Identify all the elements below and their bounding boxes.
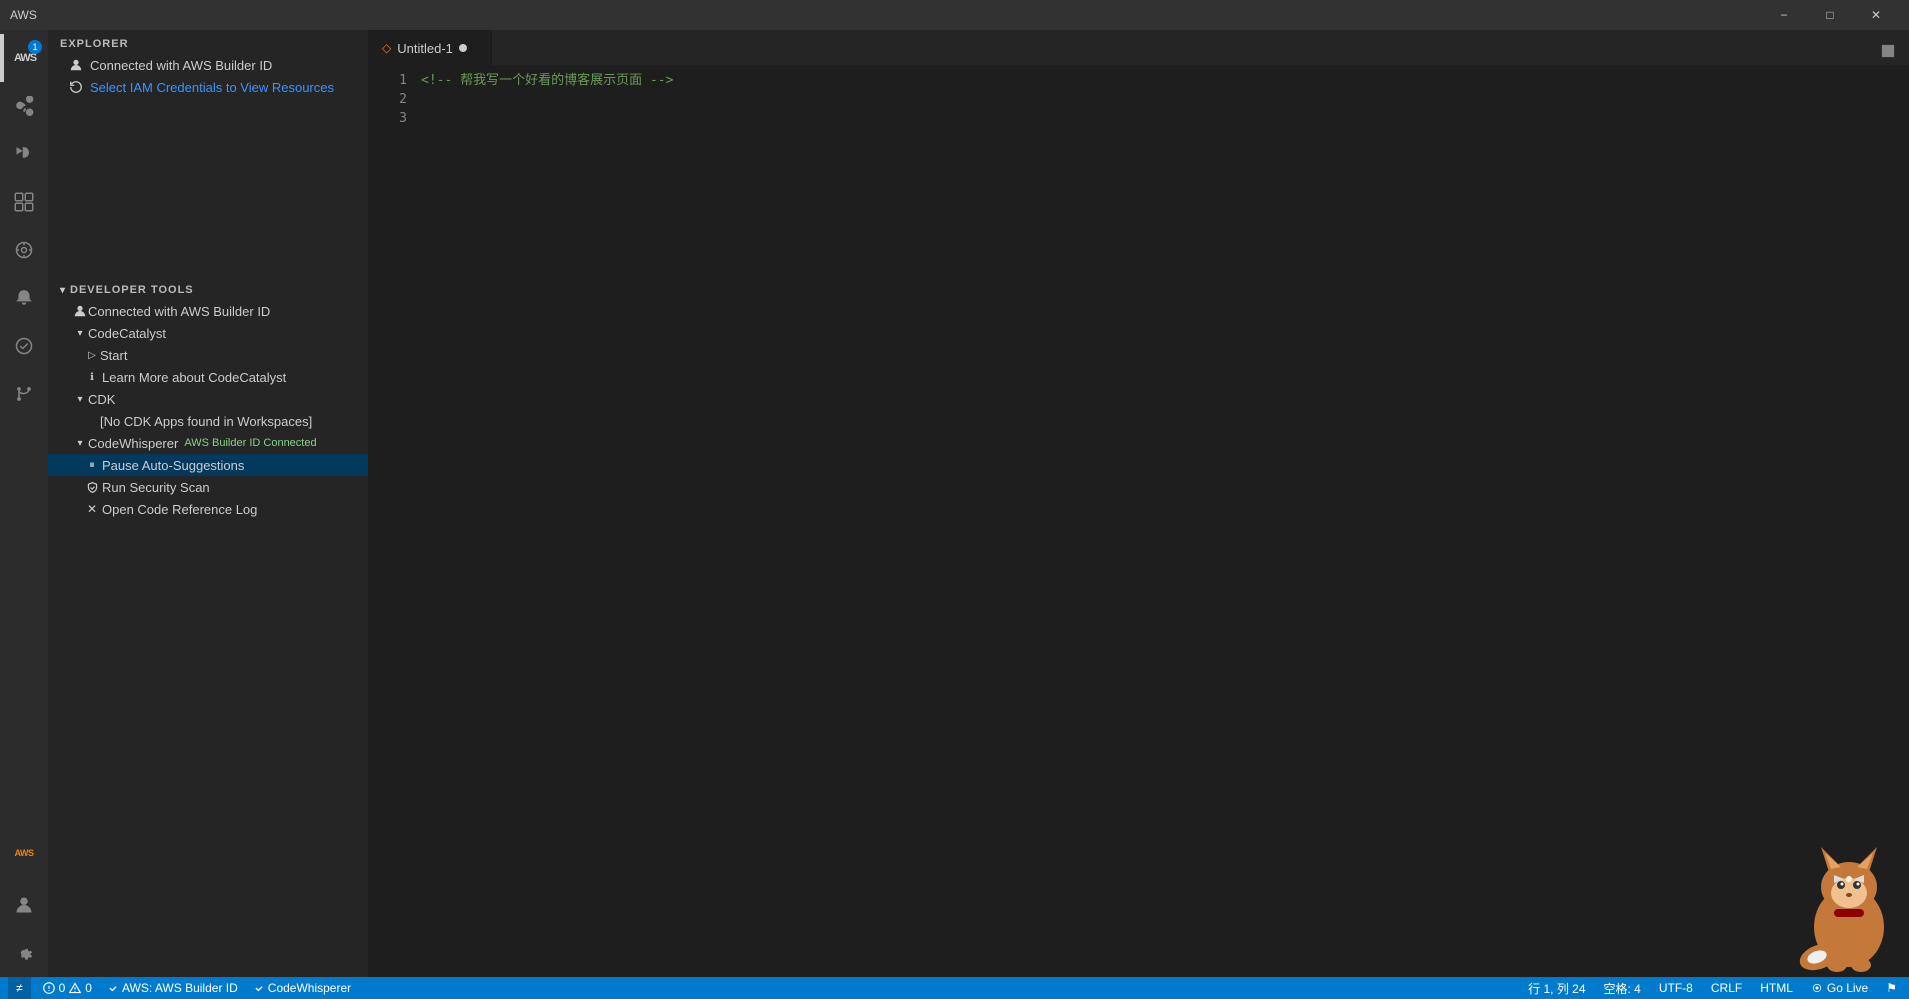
line-number-3: 3 [372,109,407,128]
language-status[interactable]: HTML [1756,977,1797,999]
explorer-header: EXPLORER [48,30,368,54]
aws-builder-id-status[interactable]: AWS: AWS Builder ID [104,977,242,999]
editor-area: ◇ Untitled-1 1 2 3 <!-- 帮我写一个好看的博客展示页面 -… [372,30,1909,977]
codeguru-icon[interactable] [0,322,48,370]
encoding-status[interactable]: UTF-8 [1655,977,1697,999]
status-left: ≠ 0 0 AWS: AWS Builder ID CodeWhisperer [8,977,355,999]
shield-scan-icon [84,481,100,494]
error-count: 0 [59,981,66,995]
live-share-text: Go Live [1827,981,1868,995]
editor-layout-controls [1875,40,1909,65]
maximize-button[interactable]: □ [1807,0,1853,30]
unsaved-dot [459,44,467,52]
aws-logo-bottom-icon[interactable]: AWS [0,829,48,877]
sync-icon [68,79,84,95]
tab-bar: ◇ Untitled-1 [372,30,1909,65]
line-col-text: 行 1, 列 24 [1528,980,1585,997]
dev-tools-connected[interactable]: Connected with AWS Builder ID [48,300,368,322]
line-numbers: 1 2 3 [372,65,417,977]
live-share-status[interactable]: Go Live [1807,977,1872,999]
pause-auto-suggestions[interactable]: ⏸ Pause Auto-Suggestions [48,454,368,476]
cdk-item[interactable]: ▾ CDK [48,388,368,410]
info-icon: ℹ [84,372,100,383]
line-col-status[interactable]: 行 1, 列 24 [1524,977,1589,999]
warning-icon [69,982,81,994]
encoding-text: UTF-8 [1659,981,1693,995]
cdk-arrow: ▾ [72,394,88,405]
connected-aws-builder[interactable]: Connected with AWS Builder ID [48,54,368,76]
line-number-1: 1 [372,71,407,90]
codecatalyst-item[interactable]: ▾ CodeCatalyst [48,322,368,344]
feedback-status[interactable]: ⚑ [1882,977,1901,999]
check-icon [108,983,118,993]
line-number-2: 2 [372,90,407,109]
pause-icon: ⏸ [84,459,100,472]
status-bar: ≠ 0 0 AWS: AWS Builder ID CodeWhisperer … [0,977,1909,999]
codecatalyst-arrow: ▾ [72,328,88,339]
sidebar: EXPLORER Connected with AWS Builder ID S… [48,30,368,977]
run-debug-icon[interactable] [0,130,48,178]
code-ref-icon: ✕ [84,502,100,516]
status-right: 行 1, 列 24 空格: 4 UTF-8 CRLF HTML Go Live … [1524,977,1901,999]
developer-tools-header[interactable]: ▾ DEVELOPER TOOLS [48,278,368,300]
run-security-scan[interactable]: Run Security Scan [48,476,368,498]
start-arrow: ▷ [84,350,100,361]
error-icon [43,982,55,994]
app-title: AWS [10,8,37,22]
language-text: HTML [1760,981,1793,995]
errors-warnings[interactable]: 0 0 [39,977,96,999]
codewhisperer-item[interactable]: ▾ CodeWhisperer AWS Builder ID Connected [48,432,368,454]
source-control-icon[interactable] [0,82,48,130]
broadcast-icon [1811,982,1823,994]
codewhisperer-label: CodeWhisperer [268,981,351,995]
git-icon[interactable] [0,370,48,418]
select-iam-credentials[interactable]: Select IAM Credentials to View Resources [48,76,368,98]
close-button[interactable]: ✕ [1853,0,1899,30]
activity-bar: AWS 1 AWS [0,30,48,977]
editor-content[interactable]: 1 2 3 <!-- 帮我写一个好看的博客展示页面 --> [372,65,1909,977]
no-cdk-apps: [No CDK Apps found in Workspaces] [48,410,368,432]
developer-tools-section: ▾ DEVELOPER TOOLS Connected with AWS Bui… [48,278,368,520]
remote-indicator[interactable]: ≠ [8,977,31,999]
code-line-1: <!-- 帮我写一个好看的博客展示页面 --> [421,71,1909,90]
feedback-icon: ⚑ [1886,981,1897,995]
warning-count: 0 [85,981,92,995]
line-ending-text: CRLF [1711,981,1742,995]
minimize-button[interactable]: − [1761,0,1807,30]
html-file-icon: ◇ [382,41,391,55]
codewhisperer-status[interactable]: CodeWhisperer [250,977,355,999]
codewhisperer-arrow: ▾ [72,438,88,449]
extensions-icon[interactable] [0,178,48,226]
ai-icon[interactable] [0,226,48,274]
dev-connected-icon [72,304,88,318]
title-bar: AWS − □ ✕ [0,0,1909,30]
developer-tools-chevron: ▾ [60,285,66,296]
editor-tab-untitled[interactable]: ◇ Untitled-1 [372,30,492,65]
open-code-reference[interactable]: ✕ Open Code Reference Log [48,498,368,520]
tab-title: Untitled-1 [397,41,453,56]
spaces-status[interactable]: 空格: 4 [1600,977,1645,999]
account-icon[interactable] [0,881,48,929]
aws-builder-label: AWS: AWS Builder ID [122,981,238,995]
activity-aws-icon[interactable]: AWS 1 [0,34,48,82]
settings-icon[interactable] [0,929,48,977]
split-editor-icon[interactable] [1875,40,1901,65]
main-layout: AWS 1 AWS [0,30,1909,977]
line-ending-status[interactable]: CRLF [1707,977,1746,999]
window-controls: − □ ✕ [1761,0,1899,30]
check2-icon [254,983,264,993]
person-icon [68,57,84,73]
notifications-icon[interactable] [0,274,48,322]
code-editor[interactable]: <!-- 帮我写一个好看的博客展示页面 --> [417,65,1909,977]
remote-icon: ≠ [16,981,23,995]
aws-builder-id-badge: AWS Builder ID Connected [184,437,316,449]
codecatalyst-start[interactable]: ▷ Start [48,344,368,366]
learn-more-codecatalyst[interactable]: ℹ Learn More about CodeCatalyst [48,366,368,388]
spaces-text: 空格: 4 [1604,980,1641,997]
